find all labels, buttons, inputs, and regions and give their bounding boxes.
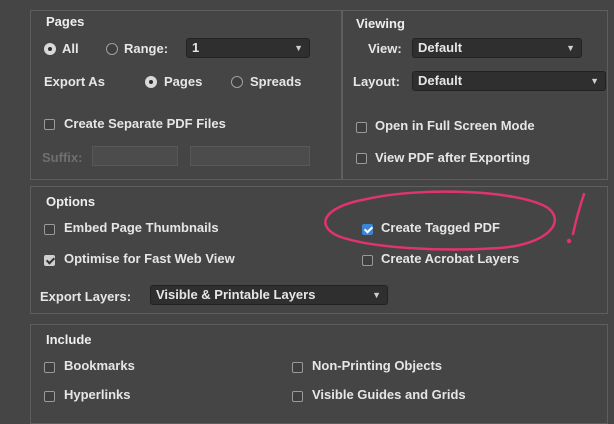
visible-guides-label: Visible Guides and Grids: [312, 387, 466, 402]
range-value: 1: [192, 40, 200, 55]
layout-select-value: Default: [418, 73, 463, 88]
export-layers-select[interactable]: Visible & Printable Layers ▼: [150, 285, 388, 305]
view-select[interactable]: Default ▼: [412, 38, 582, 58]
non-printing-objects-label: Non-Printing Objects: [312, 358, 442, 373]
tagged-pdf-checkbox[interactable]: [362, 224, 373, 235]
range-input[interactable]: 1 ▼: [186, 38, 310, 58]
export-pages-radio[interactable]: [145, 76, 157, 88]
view-after-export-label: View PDF after Exporting: [375, 150, 531, 165]
non-printing-objects-checkbox[interactable]: [292, 362, 303, 373]
suffix-field-secondary: [190, 146, 310, 166]
acrobat-layers-checkbox[interactable]: [362, 255, 373, 266]
view-after-export-checkbox[interactable]: [356, 153, 367, 164]
include-panel: [30, 324, 608, 424]
separate-files-checkbox[interactable]: [44, 119, 55, 130]
export-pages-label: Pages: [164, 74, 203, 89]
chevron-down-icon: ▼: [372, 290, 381, 300]
all-pages-label: All: [62, 41, 79, 56]
pages-section-title: Pages: [46, 14, 85, 29]
bookmarks-checkbox[interactable]: [44, 362, 55, 373]
tagged-pdf-label: Create Tagged PDF: [381, 220, 500, 235]
layout-select[interactable]: Default ▼: [412, 71, 606, 91]
view-select-value: Default: [418, 40, 463, 55]
options-section-title: Options: [46, 194, 96, 209]
export-spreads-label: Spreads: [250, 74, 302, 89]
visible-guides-checkbox[interactable]: [292, 391, 303, 402]
range-radio[interactable]: [106, 43, 118, 55]
embed-thumbnails-checkbox[interactable]: [44, 224, 55, 235]
export-layers-value: Visible & Printable Layers: [156, 287, 316, 302]
full-screen-label: Open in Full Screen Mode: [375, 118, 535, 133]
acrobat-layers-label: Create Acrobat Layers: [381, 251, 520, 266]
viewing-section-title: Viewing: [356, 16, 405, 31]
suffix-field: [92, 146, 178, 166]
chevron-down-icon: ▼: [590, 76, 599, 86]
full-screen-checkbox[interactable]: [356, 122, 367, 133]
hyperlinks-label: Hyperlinks: [64, 387, 131, 402]
suffix-label: Suffix:: [42, 150, 83, 165]
export-layers-label: Export Layers:: [40, 289, 132, 304]
hyperlinks-checkbox[interactable]: [44, 391, 55, 402]
range-label: Range:: [124, 41, 169, 56]
include-section-title: Include: [46, 332, 92, 347]
all-pages-radio[interactable]: [44, 43, 56, 55]
fast-web-view-label: Optimise for Fast Web View: [64, 251, 235, 266]
bookmarks-label: Bookmarks: [64, 358, 135, 373]
export-spreads-radio[interactable]: [231, 76, 243, 88]
export-as-label: Export As: [44, 74, 105, 89]
chevron-down-icon: ▼: [294, 43, 303, 53]
fast-web-view-checkbox[interactable]: [44, 255, 55, 266]
chevron-down-icon: ▼: [566, 43, 575, 53]
view-label: View:: [368, 41, 402, 56]
separate-files-label: Create Separate PDF Files: [64, 116, 226, 131]
embed-thumbnails-label: Embed Page Thumbnails: [64, 220, 219, 235]
layout-label: Layout:: [353, 74, 400, 89]
